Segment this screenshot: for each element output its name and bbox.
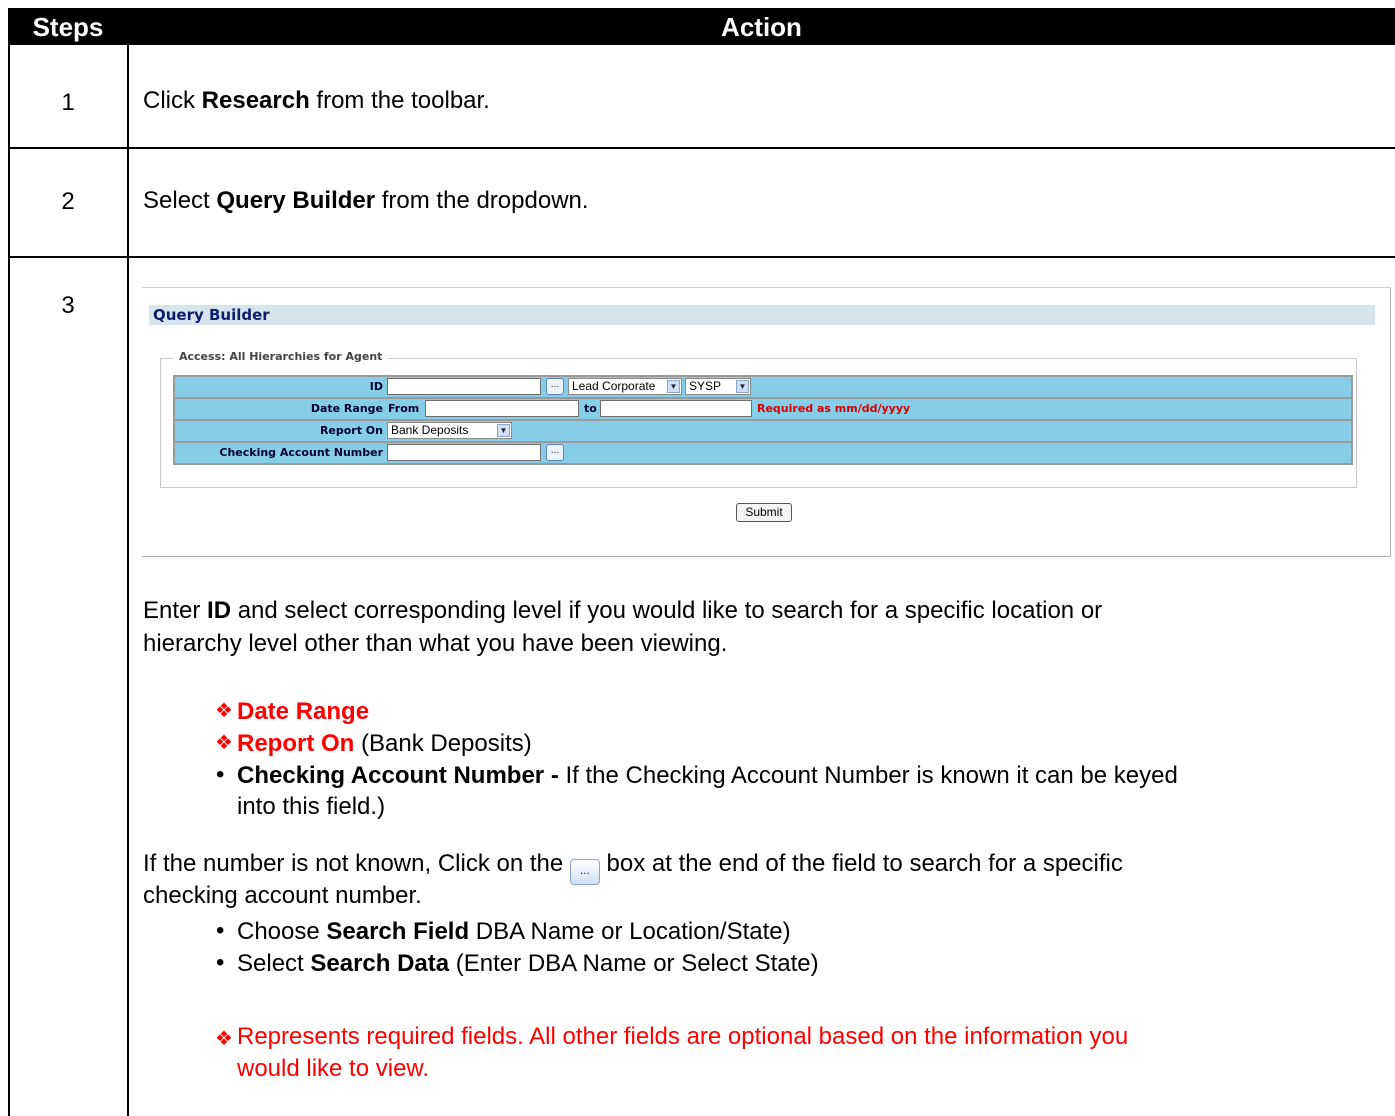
access-legend: Access: All Hierarchies for Agent — [173, 350, 389, 363]
date-required-note: Required as mm/dd/yyyy — [757, 402, 911, 415]
step3-paragraph-2-line2: checking account number. — [143, 882, 422, 909]
id-lookup-button[interactable]: ... — [546, 378, 564, 395]
header-steps: Steps — [32, 12, 104, 42]
level-select[interactable]: Lead Corporate ▼ — [568, 378, 682, 395]
date-range-row: Date Range From to Required as mm/dd/yyy… — [175, 399, 1351, 419]
bullet-report-on: Report On (Bank Deposits) — [237, 730, 532, 757]
chevron-down-icon: ▼ — [497, 424, 510, 437]
date-range-label: Date Range — [310, 402, 383, 415]
step2-text: Select Query Builder from the dropdown. — [143, 187, 589, 214]
report-on-row: Report On Bank Deposits ▼ — [175, 421, 1351, 441]
to-label: to — [584, 402, 597, 415]
chevron-down-icon: ▼ — [667, 380, 680, 393]
step-number-3: 3 — [61, 292, 75, 319]
required-note-line1: Represents required fields. All other fi… — [237, 1023, 1129, 1050]
checking-account-row: Checking Account Number ... — [175, 443, 1351, 463]
query-form-grid: ID ... Lead Corporate ▼ SYSP ▼ Date Rang… — [173, 375, 1353, 465]
bullet-search-field: Choose Search Field DBA Name or Location… — [237, 918, 791, 945]
dot-icon: • — [216, 761, 225, 788]
report-on-label: Report On — [319, 424, 383, 437]
required-note-line2: would like to view. — [237, 1055, 430, 1082]
step1-text: Click Research from the toolbar. — [143, 87, 490, 114]
checking-account-input[interactable] — [387, 444, 541, 461]
bullet-checking-account-line2: into this field.) — [237, 793, 386, 820]
query-builder-panel: Query Builder Access: All Hierarchies fo… — [142, 287, 1391, 557]
row-divider-2 — [8, 256, 1395, 258]
bullet-date-range: Date Range — [237, 698, 370, 725]
checking-account-label: Checking Account Number — [219, 446, 383, 459]
diamond-cluster-icon: ❖ — [215, 700, 233, 722]
query-builder-title: Query Builder — [149, 305, 1375, 325]
step-number-1: 1 — [61, 89, 75, 116]
date-to-input[interactable] — [600, 400, 752, 417]
from-label: From — [388, 402, 420, 415]
system-select[interactable]: SYSP ▼ — [685, 378, 751, 395]
table-header: Steps Action — [8, 8, 1395, 45]
diamond-cluster-icon: ❖ — [215, 732, 233, 754]
submit-button[interactable]: Submit — [736, 503, 792, 522]
chevron-down-icon: ▼ — [736, 380, 749, 393]
step3-paragraph-2: If the number is not known, Click on the… — [143, 849, 1123, 885]
checking-lookup-button[interactable]: ... — [546, 444, 564, 461]
bullet-search-data: Select Search Data (Enter DBA Name or Se… — [237, 950, 819, 977]
bullet-checking-account: Checking Account Number - If the Checkin… — [237, 762, 1178, 789]
ellipsis-button-icon: ... — [569, 859, 600, 885]
step-number-2: 2 — [61, 188, 75, 215]
id-row: ID ... Lead Corporate ▼ SYSP ▼ — [175, 377, 1351, 397]
report-on-select[interactable]: Bank Deposits ▼ — [387, 422, 512, 439]
id-label: ID — [369, 380, 383, 393]
step3-paragraph-1: Enter ID and select corresponding level … — [143, 597, 1103, 624]
header-action: Action — [721, 12, 802, 42]
diamond-cluster-icon: ❖ — [215, 1028, 233, 1050]
dot-icon: • — [216, 917, 225, 944]
date-from-input[interactable] — [425, 400, 579, 417]
id-input[interactable] — [387, 378, 541, 395]
row-divider-1 — [8, 147, 1395, 149]
dot-icon: • — [216, 949, 225, 976]
access-fieldset: Access: All Hierarchies for Agent ID ...… — [160, 350, 1357, 488]
step3-paragraph-1-line2: hierarchy level other than what you have… — [143, 630, 728, 657]
